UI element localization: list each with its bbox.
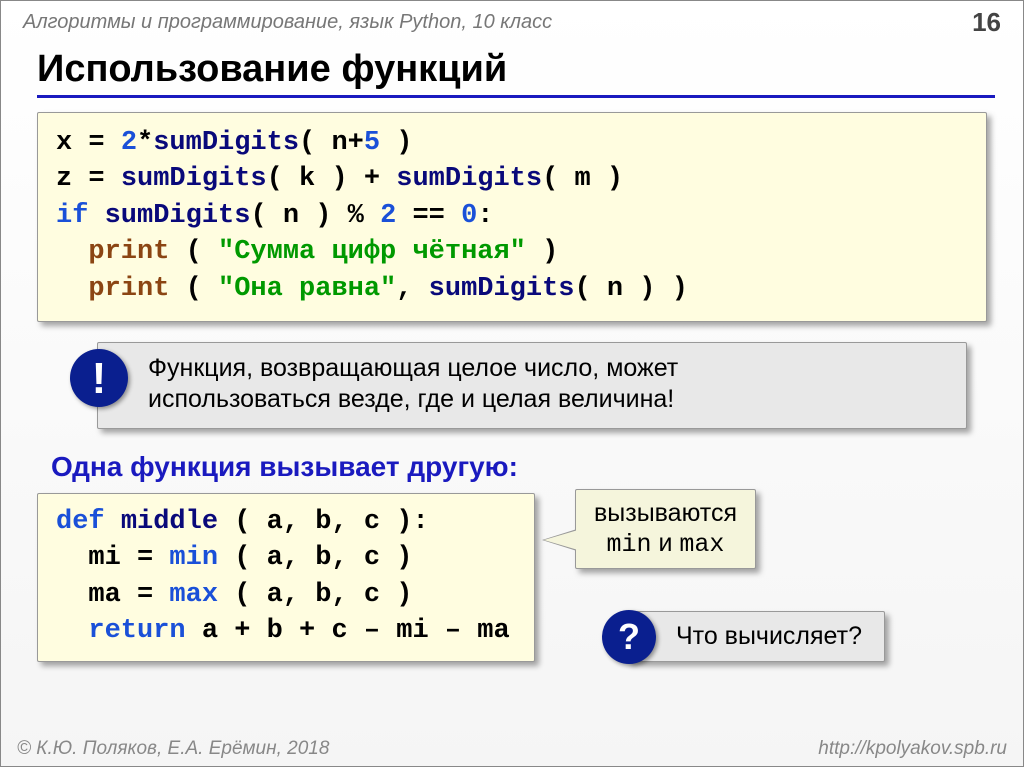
note-box: ! Функция, возвращающая целое число, мож…: [97, 342, 967, 429]
exclamation-icon: !: [70, 349, 128, 407]
note-line-1: Функция, возвращающая целое число, может: [148, 353, 950, 384]
slide-header: Алгоритмы и программирование, язык Pytho…: [1, 1, 1023, 40]
code-block-2: def middle ( a, b, c ): mi = min ( a, b,…: [37, 493, 535, 663]
question-icon: ?: [602, 610, 656, 664]
subheading: Одна функция вызывает другую:: [51, 451, 987, 483]
callout-minmax: вызываются min и max: [575, 489, 756, 569]
callout-question-text: Что вычисляет?: [676, 622, 862, 650]
subject-label: Алгоритмы и программирование, язык Pytho…: [23, 11, 552, 34]
note-line-2: использоваться везде, где и целая величи…: [148, 384, 950, 415]
page-number: 16: [972, 7, 1001, 38]
callout-line2: min и max: [594, 528, 737, 560]
callout-line1: вызываются: [594, 498, 737, 528]
code-block-1: x = 2*sumDigits( n+5 ) z = sumDigits( k …: [37, 112, 987, 322]
callout-question: ? Что вычисляет?: [627, 611, 885, 662]
title-rule: [37, 95, 995, 98]
footer-url: http://kpolyakov.spb.ru: [818, 738, 1007, 760]
slide-footer: © К.Ю. Поляков, Е.А. Ерёмин, 2018 http:/…: [1, 738, 1023, 760]
copyright: © К.Ю. Поляков, Е.А. Ерёмин, 2018: [17, 738, 329, 760]
page-title: Использование функций: [1, 40, 1023, 95]
